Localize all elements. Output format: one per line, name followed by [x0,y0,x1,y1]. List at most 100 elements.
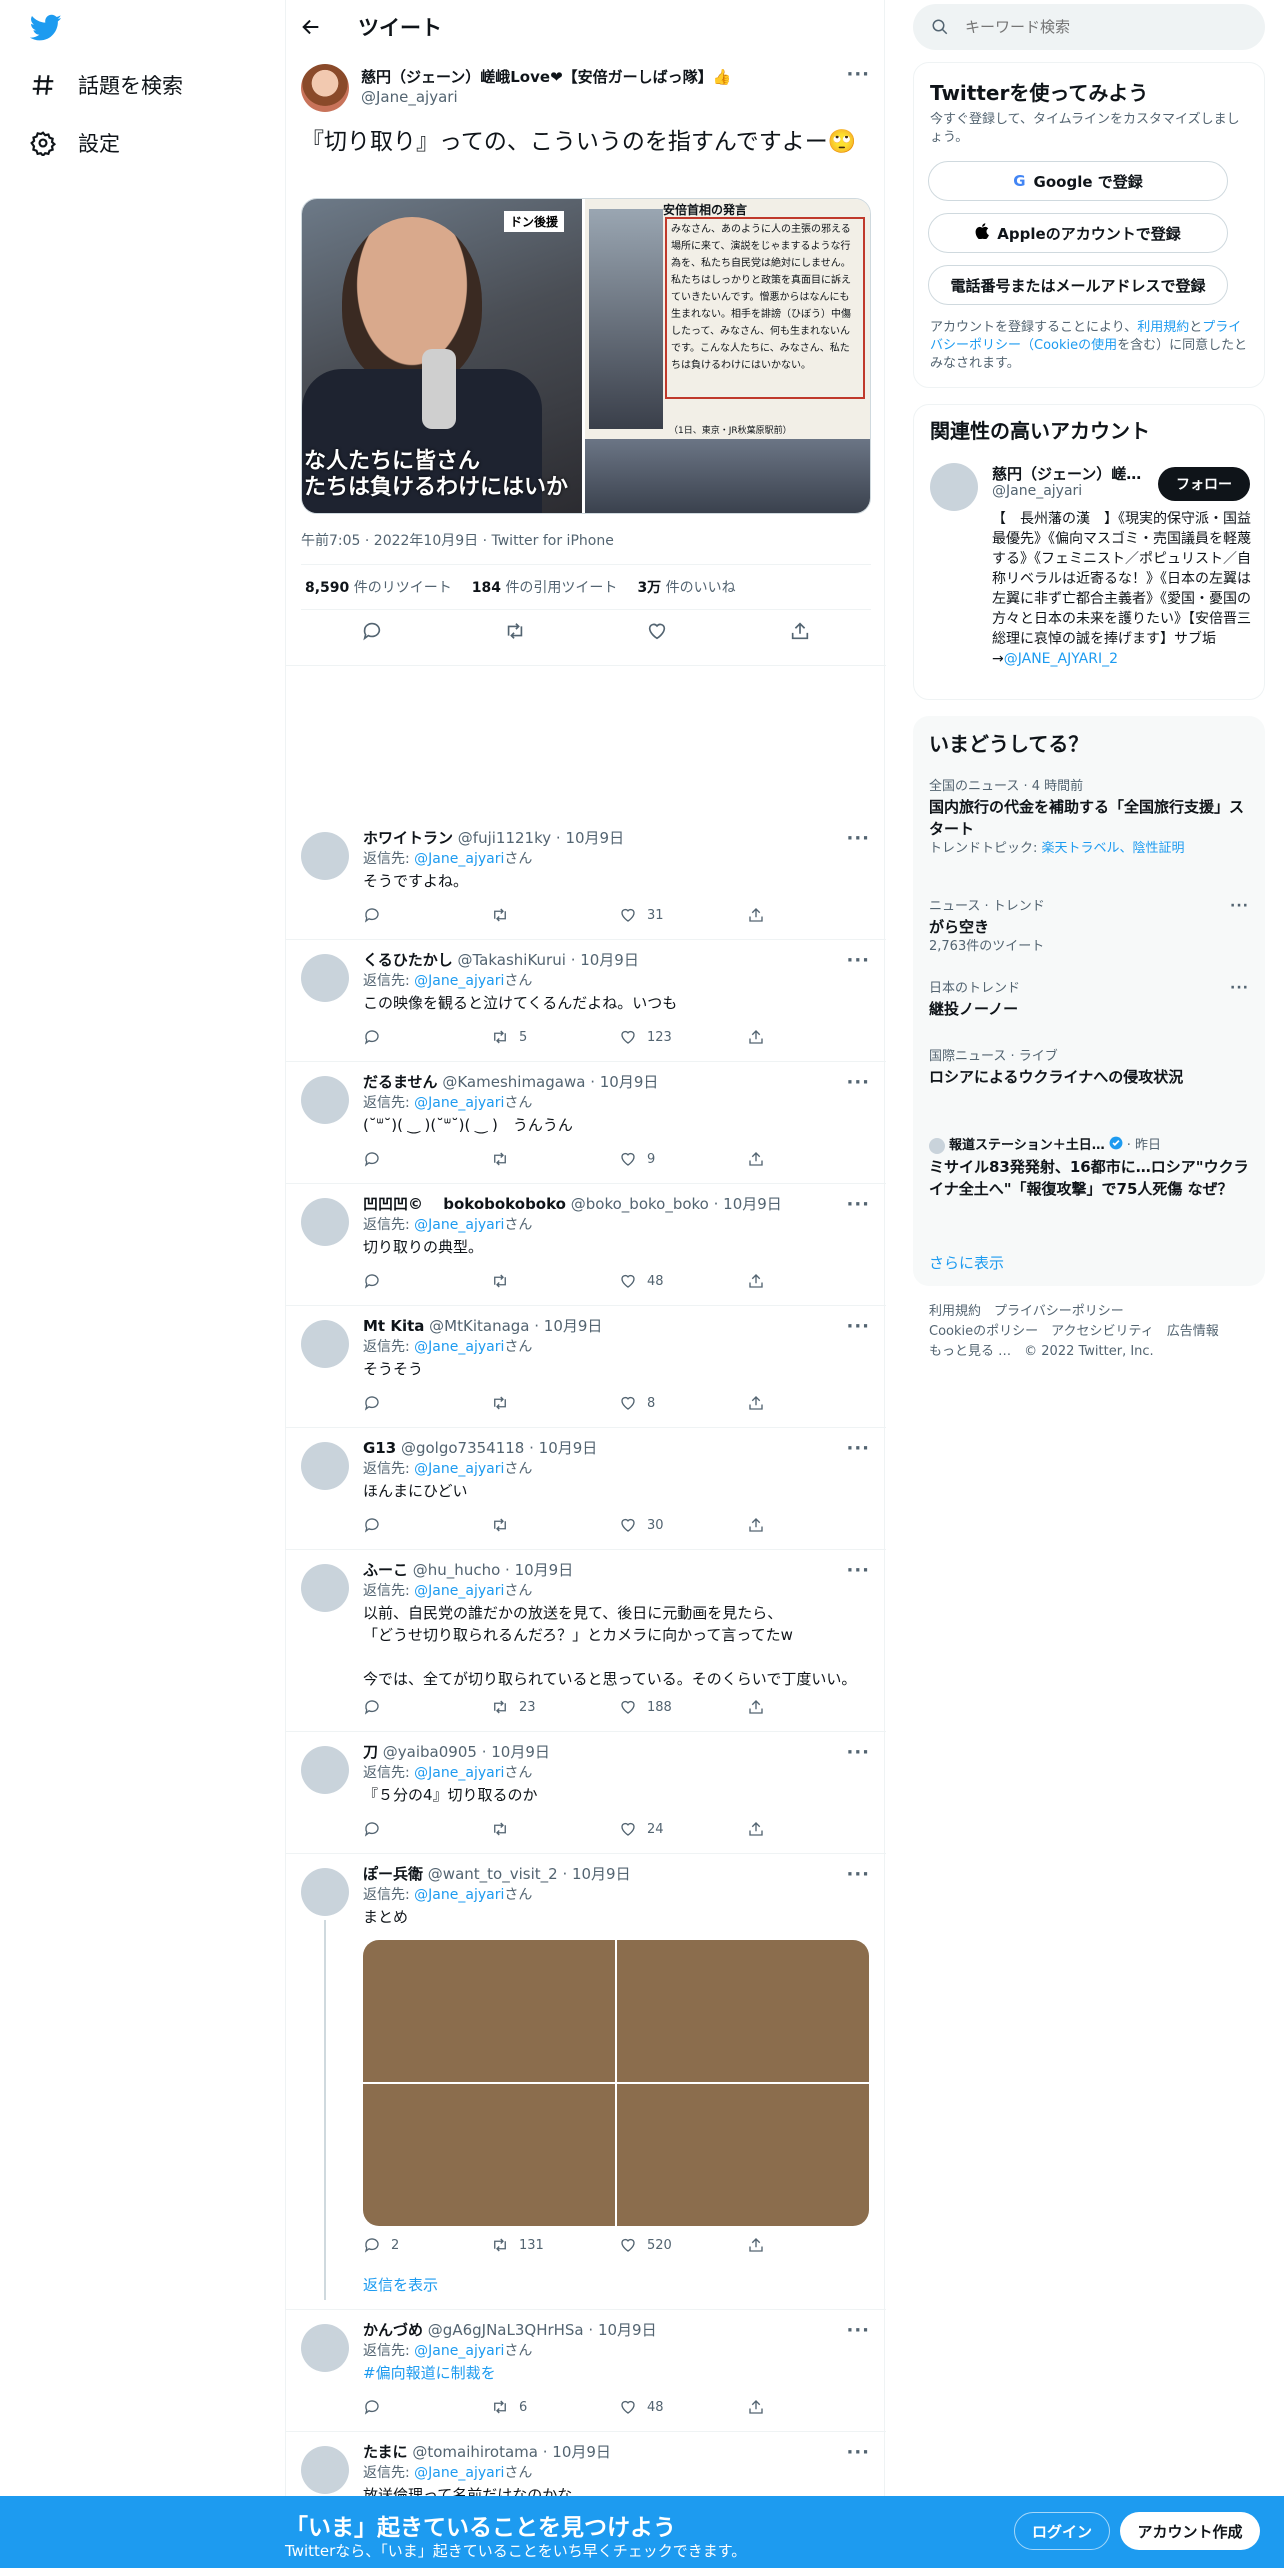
avatar[interactable] [301,1198,349,1246]
avatar[interactable] [301,2446,349,2494]
author-name[interactable]: 慈円（ジェーン）嵯峨Love❤【安倍ガーしばっ隊】👍 [361,66,731,87]
footer-link[interactable]: アクセシビリティ [1051,1324,1154,1339]
reply-image[interactable] [363,1940,615,2082]
reply-author-handle[interactable]: @gA6gJNaL3QHrHSa [428,2321,584,2339]
show-more-link[interactable]: さらに表示 [929,1252,1004,1273]
reply-date[interactable]: · 10月9日 [588,2321,656,2339]
back-arrow-icon[interactable] [300,16,322,38]
signup-button[interactable]: アカウント作成 [1120,2512,1260,2550]
nav-settings[interactable]: 設定 [30,128,120,158]
reply-author-handle[interactable]: @fuji1121ky [458,829,551,847]
reply-action[interactable] [363,1394,491,1412]
reply-date[interactable]: · 10月9日 [505,1561,573,1579]
reply-author-name[interactable]: ホワイトラン [363,829,453,847]
reply-author-handle[interactable]: @yaiba0905 [383,1743,477,1761]
like-action[interactable]: 8 [619,1394,747,1412]
avatar[interactable] [301,1868,349,1916]
trend-item[interactable]: 国際ニュース · ライブ ロシアによるウクライナへの侵攻状況 [929,1048,1249,1088]
reply-to-link[interactable]: @Jane_ajyari [414,2343,504,2359]
like-action[interactable]: 48 [619,2398,747,2416]
more-options-icon[interactable]: ··· [846,64,870,85]
twitter-logo-icon[interactable] [29,14,62,46]
avatar[interactable] [301,1564,349,1612]
share-action[interactable] [747,1272,765,1290]
reply-date[interactable]: · 10月9日 [543,2443,611,2461]
footer-link[interactable]: Cookieのポリシー [929,1324,1038,1339]
reply-action[interactable] [363,1516,491,1534]
reply-to-link[interactable]: @Jane_ajyari [414,1217,504,1233]
reply-image[interactable] [617,1940,869,2082]
share-action[interactable] [747,1516,765,1534]
avatar[interactable] [301,1320,349,1368]
reply-to-link[interactable]: @Jane_ajyari [414,1583,504,1599]
reply-action[interactable] [363,1272,491,1290]
footer-link[interactable]: 広告情報 [1167,1324,1219,1339]
reply-author-handle[interactable]: @MtKitanaga [429,1317,529,1335]
reply-date[interactable]: · 10月9日 [590,1073,658,1091]
retweet-action[interactable] [491,1150,619,1168]
phone-signup-button[interactable]: 電話番号またはメールアドレスで登録 [928,265,1228,305]
avatar[interactable] [301,1746,349,1794]
reply-author-handle[interactable]: @want_to_visit_2 [428,1865,558,1883]
share-action[interactable] [747,2236,765,2254]
reply-icon[interactable] [361,620,383,642]
reply-tweet[interactable]: ··· だるません @Kameshimagawa · 10月9日 返信先: @Jan… [286,1062,886,1184]
reply-date[interactable]: · 10月9日 [534,1317,602,1335]
quote-stat[interactable]: 184 件の引用ツイート [472,577,618,597]
reply-date[interactable]: · 10月9日 [556,829,624,847]
reply-author-handle[interactable]: @golgo7354118 [401,1439,524,1457]
retweet-action[interactable]: 6 [491,2398,619,2416]
avatar[interactable] [301,832,349,880]
reply-action[interactable] [363,2398,491,2416]
author-handle[interactable]: @Jane_ajyari [361,88,458,106]
reply-author-name[interactable]: かんづめ [363,2321,423,2339]
avatar[interactable] [930,463,978,511]
trend-item[interactable]: 報道ステーション＋土日… · 昨日 ミサイル83発発射、16都市に…ロシア"ウク… [929,1136,1249,1200]
reply-date[interactable]: · 10月9日 [714,1195,782,1213]
avatar[interactable] [301,1442,349,1490]
avatar[interactable] [301,954,349,1002]
more-options-icon[interactable]: ··· [1230,980,1249,996]
reply-action[interactable] [363,1028,491,1046]
reply-author-name[interactable]: だるません [363,1073,438,1091]
terms-link[interactable]: 利用規約 [1137,320,1189,335]
more-options-icon[interactable]: ··· [1230,898,1249,914]
reply-to-link[interactable]: @Jane_ajyari [414,1095,504,1111]
retweet-stat[interactable]: 8,590 件のリツイート [305,577,452,597]
reply-author-name[interactable]: ふーこ [363,1561,408,1579]
reply-to-link[interactable]: @Jane_ajyari [414,1765,504,1781]
reply-tweet[interactable]: ··· くるひたかし @TakashiKurui · 10月9日 返信先: @Jan… [286,940,886,1062]
share-action[interactable] [747,906,765,924]
reply-author-name[interactable]: G13 [363,1439,396,1457]
show-replies-link[interactable]: 返信を表示 [363,2274,438,2295]
avatar[interactable] [301,64,349,112]
reply-to-link[interactable]: @Jane_ajyari [414,973,504,989]
reply-author-name[interactable]: たまに [363,2443,408,2461]
reply-author-name[interactable]: 刀 [363,1743,378,1761]
reply-author-name[interactable]: Mt Kita [363,1317,424,1335]
reply-tweet[interactable]: ··· 凹凹凹© bokobokoboko @boko_boko_boko · 1… [286,1184,886,1306]
reply-author-handle[interactable]: @Kameshimagawa [442,1073,585,1091]
trend-item[interactable]: 日本のトレンド 継投ノーノー ··· [929,980,1249,1020]
share-action[interactable] [747,1150,765,1168]
like-action[interactable]: 31 [619,906,747,924]
share-icon[interactable] [789,620,811,642]
cookie-link[interactable]: （Cookieの使用 [1021,338,1117,353]
like-action[interactable]: 30 [619,1516,747,1534]
trend-topic-link[interactable]: 楽天トラベル、陰性証明 [1042,841,1185,856]
reply-author-name[interactable]: 凹凹凹© bokobokoboko [363,1195,566,1213]
reply-author-handle[interactable]: @tomaihirotama [412,2443,538,2461]
reply-to-link[interactable]: @Jane_ajyari [414,1461,504,1477]
retweet-action[interactable]: 131 [491,2236,619,2254]
reply-to-link[interactable]: @Jane_ajyari [414,1887,504,1903]
reply-action[interactable] [363,906,491,924]
like-action[interactable]: 24 [619,1820,747,1838]
reply-image[interactable] [617,2084,869,2226]
reply-action[interactable] [363,1820,491,1838]
share-action[interactable] [747,1820,765,1838]
retweet-action[interactable]: 5 [491,1028,619,1046]
reply-text[interactable]: #偏向報道に制裁を [363,2362,870,2384]
reply-to-link[interactable]: @Jane_ajyari [414,851,504,867]
footer-link[interactable]: プライバシーポリシー [994,1304,1124,1319]
reply-tweet[interactable]: ··· ふーこ @hu_hucho · 10月9日 返信先: @Jane_ajyar… [286,1550,886,1732]
